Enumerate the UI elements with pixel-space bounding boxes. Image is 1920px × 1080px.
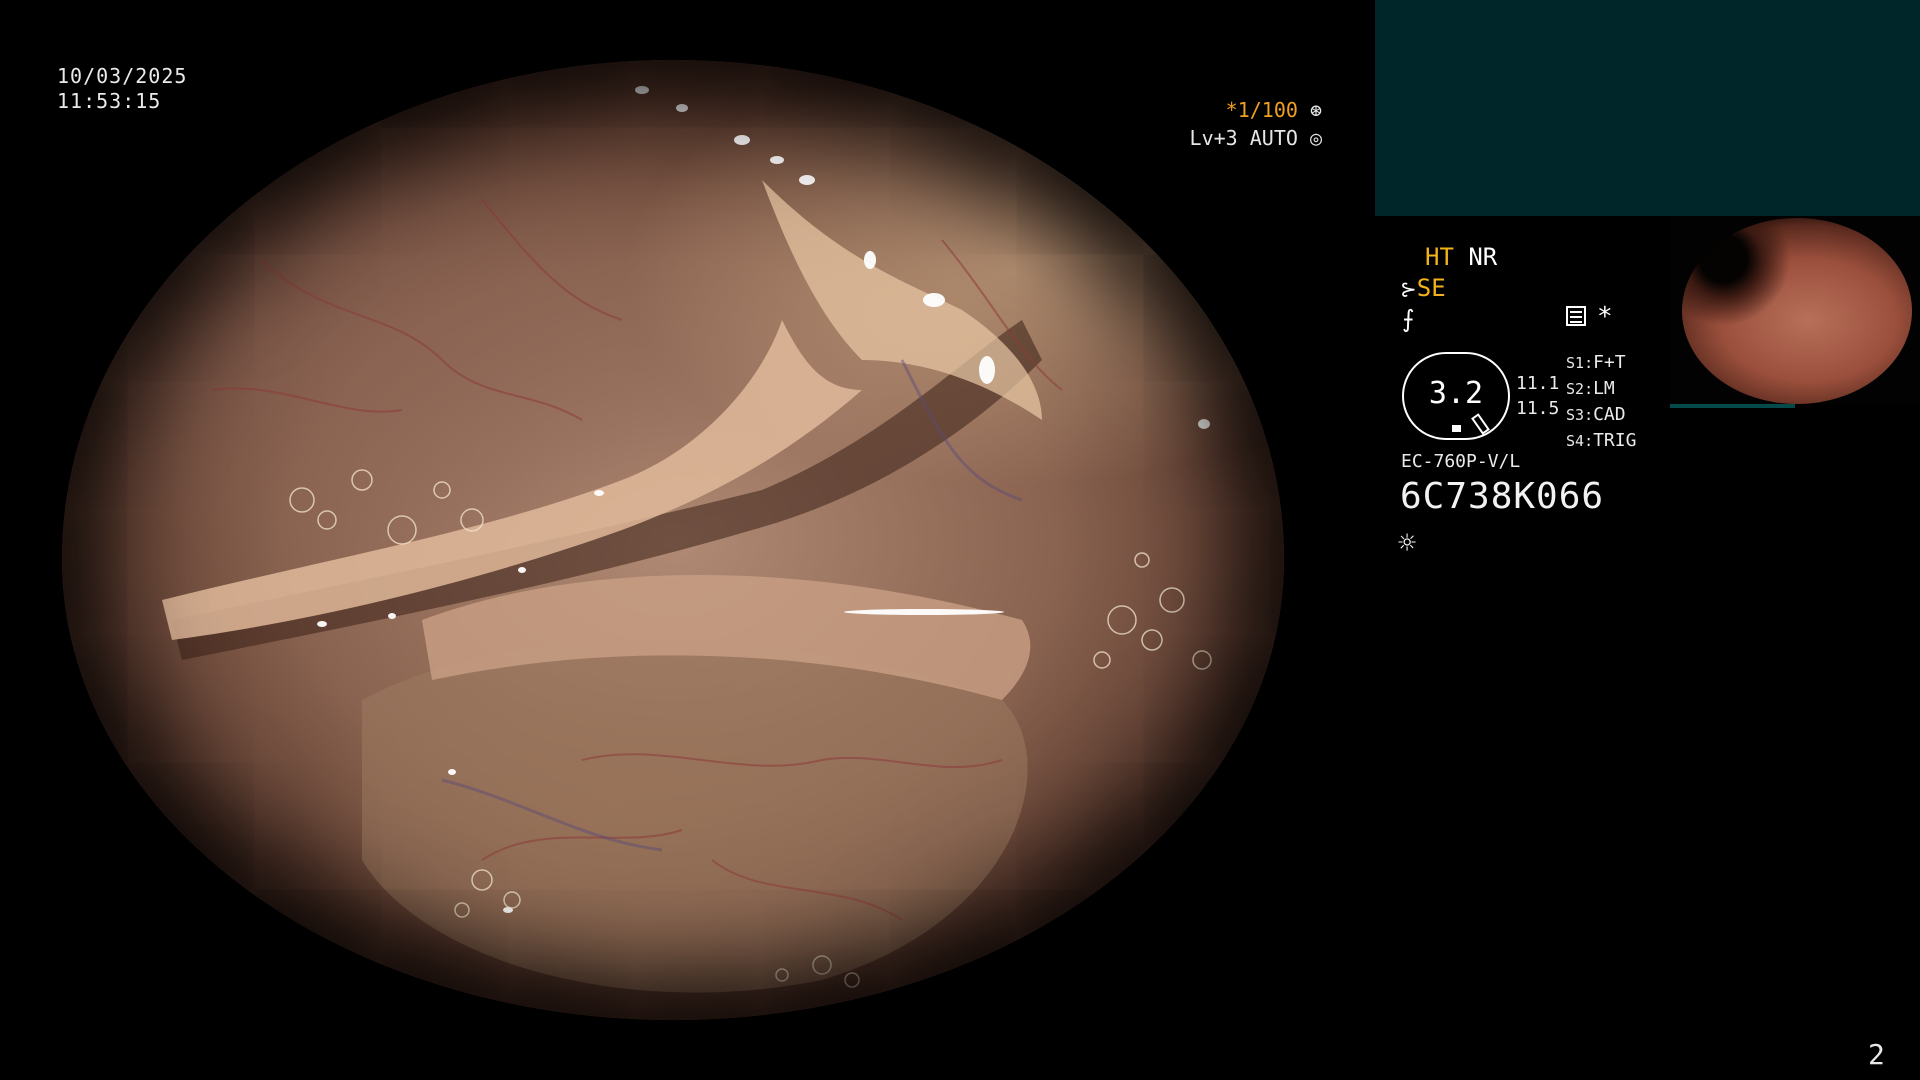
se-label: SE xyxy=(1416,274,1446,302)
setting-icon xyxy=(1566,306,1586,326)
page-number: 2 xyxy=(1868,1038,1885,1071)
scope-serial: 6C738K066 xyxy=(1400,476,1605,517)
pip-thumbnail xyxy=(1670,216,1920,404)
se-row: ⊱SE xyxy=(1400,273,1446,304)
star-label: * xyxy=(1597,302,1613,332)
measurement-values: 11.1 11.5 xyxy=(1516,371,1559,421)
value-1: 11.1 xyxy=(1516,373,1560,394)
shutter-icon: ⊛ xyxy=(1309,98,1322,122)
zoom-value: 3.2 xyxy=(1428,376,1484,411)
switch-list: S1:F+T S2:LM S3:CAD S4:TRIG xyxy=(1566,350,1636,454)
mucosa-illustration xyxy=(162,86,1212,993)
endoscopic-view xyxy=(62,60,1284,1020)
brightness-level: Lv+3 AUTO xyxy=(1189,126,1298,150)
timestamp: 10/03/2025 11:53:15 xyxy=(57,64,187,114)
switch-s2: S2:LM xyxy=(1566,378,1615,399)
gauge-needle xyxy=(1471,413,1490,435)
shutter-speed: *1/100 xyxy=(1225,98,1298,122)
auto-iris-icon: ◎ xyxy=(1309,126,1322,150)
zoom-gauge: 3.2 xyxy=(1402,352,1510,440)
exposure-info: *1/100 ⊛ Lv+3 AUTO ◎ xyxy=(1150,96,1322,152)
pip-bar xyxy=(1670,404,1795,408)
date-text: 10/03/2025 xyxy=(57,64,188,88)
info-box xyxy=(1375,0,1920,216)
enhancement-row: HT NR xyxy=(1425,242,1497,272)
switch-s1: S1:F+T xyxy=(1566,352,1626,373)
value-2: 11.5 xyxy=(1516,398,1560,419)
ht-label: HT xyxy=(1425,243,1454,271)
freeze-icon: ⨍ xyxy=(1402,305,1415,333)
gauge-mark xyxy=(1452,425,1461,432)
pip-image xyxy=(1682,218,1912,404)
scope-model: EC-760P-V/L xyxy=(1401,451,1521,472)
switch-s3: S3:CAD xyxy=(1566,404,1626,425)
time-text: 11:53:15 xyxy=(57,89,162,113)
scope-icon: ⊱ xyxy=(1400,277,1417,301)
light-icon: ☼ xyxy=(1398,526,1417,561)
switch-s4: S4:TRIG xyxy=(1566,430,1637,451)
nr-label: NR xyxy=(1468,243,1498,271)
